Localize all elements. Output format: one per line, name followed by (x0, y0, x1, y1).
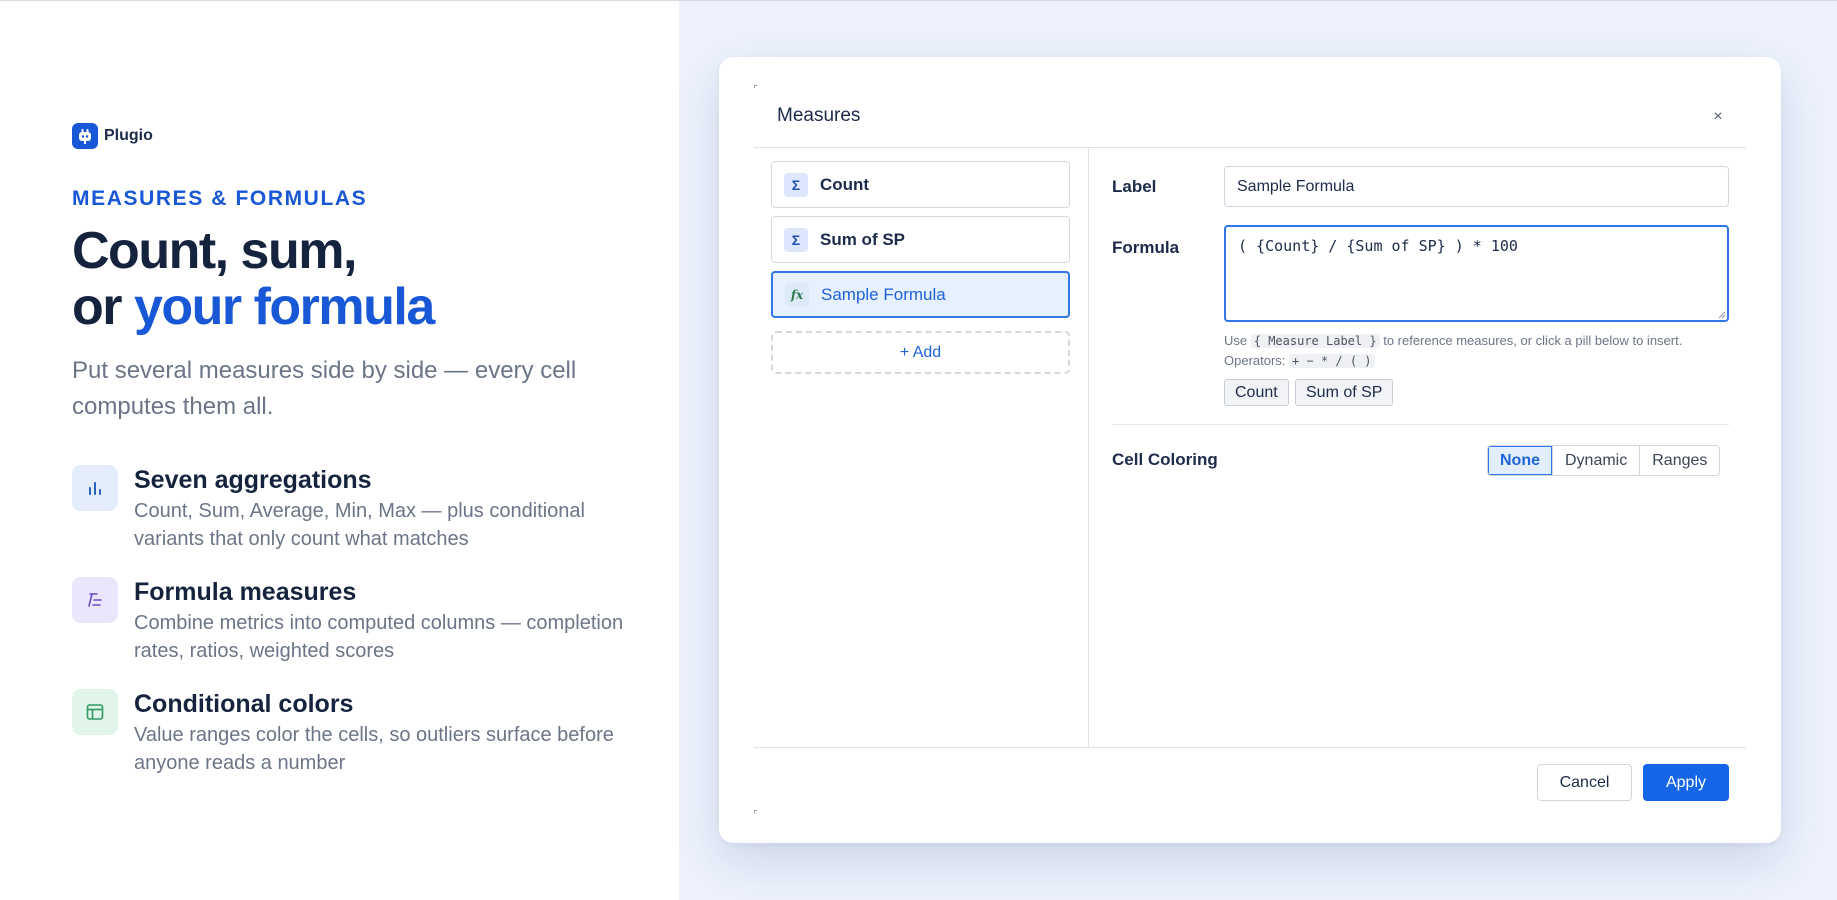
sigma-icon: Σ (784, 172, 808, 197)
hint-rest: to reference measures, or click a pill b… (1383, 333, 1683, 348)
coloring-option-none[interactable]: None (1488, 446, 1552, 475)
corner-mark (754, 810, 757, 813)
feature-colors: Conditional colors Value ranges color th… (72, 689, 634, 777)
cell-coloring-toggle: None Dynamic Ranges (1487, 445, 1721, 476)
apply-button[interactable]: Apply (1643, 764, 1729, 801)
hint-line-1: Use { Measure Label } to reference measu… (1224, 331, 1744, 351)
headline-accent: your formula (133, 278, 435, 336)
measure-label: Sum of SP (820, 229, 906, 249)
headline-line-2: or your formula (72, 278, 435, 336)
cell-coloring-caption: Cell Coloring (1112, 450, 1218, 469)
formula-caption: Formula (1112, 238, 1180, 257)
close-button[interactable]: × (1708, 107, 1728, 127)
feature-aggregations: Seven aggregations Count, Sum, Average, … (72, 465, 634, 553)
dialog-title: Measures (777, 105, 861, 126)
operators-label: Operators: (1224, 353, 1286, 368)
formula-icon (72, 577, 118, 623)
hint-chip: { Measure Label } (1250, 334, 1380, 348)
formula-input[interactable]: ( {Count} / {Sum of SP} ) * 100 (1224, 225, 1729, 322)
cancel-button[interactable]: Cancel (1537, 764, 1632, 801)
sigma-icon: Σ (784, 227, 808, 252)
formula-hint: Use { Measure Label } to reference measu… (1224, 331, 1744, 371)
measures-dialog: Measures × Σ Count Σ Sum of SP fx Sample… (719, 57, 1781, 843)
corner-mark (754, 85, 757, 88)
headline: Count, sum, or your formula (72, 222, 435, 336)
table-icon (72, 689, 118, 735)
insert-pill-count[interactable]: Count (1224, 379, 1289, 406)
label-caption: Label (1112, 177, 1157, 196)
plug-icon (72, 123, 98, 149)
feature-title: Formula measures (134, 578, 357, 606)
coloring-option-ranges[interactable]: Ranges (1639, 446, 1720, 475)
section-divider (1112, 424, 1729, 425)
bar-chart-icon (72, 465, 118, 511)
header-divider (754, 147, 1746, 148)
resize-grip-icon[interactable] (1718, 311, 1726, 319)
coloring-option-dynamic[interactable]: Dynamic (1552, 446, 1640, 475)
brand-name: Plugio (104, 127, 153, 144)
feature-desc: Count, Sum, Average, Min, Max — plus con… (134, 500, 585, 550)
label-input[interactable] (1224, 166, 1729, 207)
operators-chip: + − * / ( ) (1289, 354, 1375, 368)
measure-label: Sample Formula (821, 284, 946, 304)
headline-line-1: Count, sum, (72, 222, 357, 280)
feature-desc: Value ranges color the cells, so outlier… (134, 724, 614, 774)
headline-prefix: or (72, 278, 134, 336)
measure-item-sum-of-sp[interactable]: Σ Sum of SP (771, 216, 1070, 263)
marketing-panel: Plugio MEASURES & FORMULAS Count, sum, o… (0, 1, 679, 900)
measure-item-sample-formula[interactable]: fx Sample Formula (771, 271, 1070, 318)
brand: Plugio (72, 123, 153, 149)
insert-pill-sum-of-sp[interactable]: Sum of SP (1295, 379, 1394, 406)
feature-desc: Combine metrics into computed columns — … (134, 612, 624, 662)
measure-item-count[interactable]: Σ Count (771, 161, 1070, 208)
feature-title: Conditional colors (134, 690, 354, 718)
feature-formulas: Formula measures Combine metrics into co… (72, 577, 634, 665)
hint-line-2: Operators: + − * / ( ) (1224, 351, 1744, 371)
footer-divider (754, 747, 1746, 748)
hint-use: Use (1224, 333, 1248, 348)
add-measure-button[interactable]: + Add (771, 331, 1070, 374)
feature-title: Seven aggregations (134, 466, 372, 494)
fx-icon: fx (785, 282, 809, 307)
eyebrow-label: MEASURES & FORMULAS (72, 187, 368, 210)
measure-label: Count (820, 174, 870, 194)
pane-divider (1088, 148, 1089, 747)
subtitle: Put several measures side by side — ever… (72, 357, 577, 420)
